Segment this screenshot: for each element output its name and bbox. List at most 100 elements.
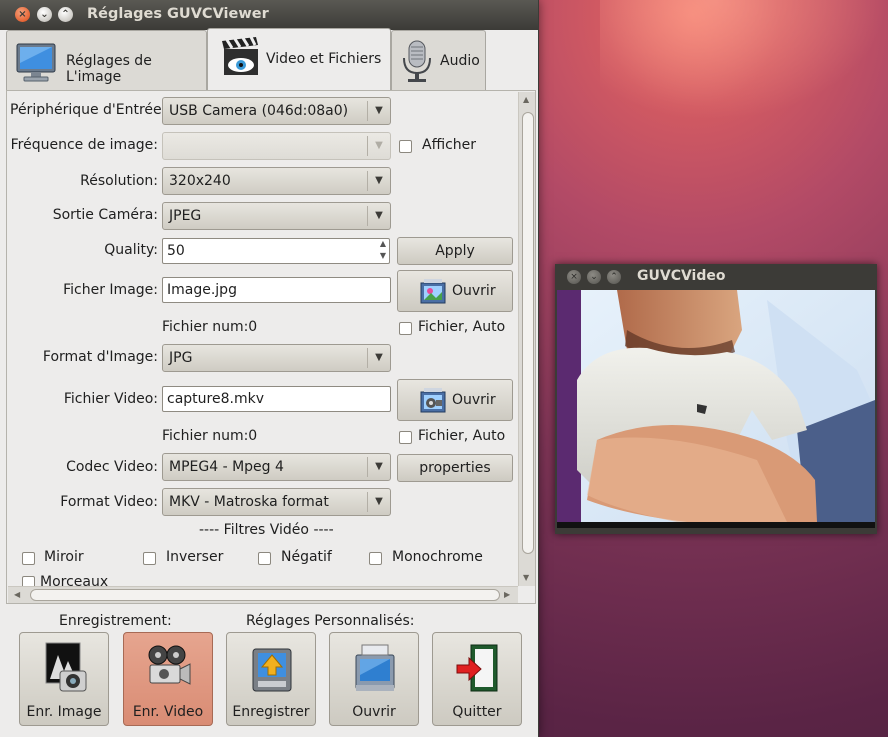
quality-label: Quality:	[104, 242, 158, 258]
vertical-scroll-thumb[interactable]	[522, 112, 534, 554]
monitor-icon	[16, 43, 56, 82]
quit-button[interactable]: Quitter	[432, 632, 522, 726]
tab-label: Audio	[440, 53, 480, 69]
combo-arrow-icon: ▼	[367, 171, 390, 191]
capture-video-label: Enr. Video	[132, 704, 204, 720]
open-image-file-button[interactable]: Ouvrir	[397, 270, 513, 312]
video-codec-value: MPEG4 - Mpeg 4	[169, 459, 284, 475]
combo-arrow-icon: ▼	[367, 101, 390, 121]
open-image-icon	[420, 279, 446, 304]
resolution-combo[interactable]: 320x240 ▼	[162, 167, 391, 195]
filter-monochrome-label: Monochrome	[392, 549, 483, 565]
quality-spin-input[interactable]	[162, 238, 390, 264]
combo-arrow-icon: ▼	[367, 206, 390, 226]
filter-pieces-checkbox[interactable]	[22, 576, 35, 586]
video-file-input[interactable]	[162, 386, 391, 412]
save-settings-button[interactable]: Enregistrer	[226, 632, 316, 726]
image-file-counter: Fichier num:0	[162, 319, 258, 335]
horizontal-scroll-thumb[interactable]	[30, 589, 500, 601]
image-file-label: Ficher Image:	[63, 282, 158, 298]
open-video-icon	[420, 388, 446, 413]
close-window-button[interactable]: ×	[15, 7, 30, 22]
video-file-counter: Fichier num:0	[162, 428, 258, 444]
maximize-window-button[interactable]: ⌃	[607, 270, 621, 284]
video-preview-window: × ⌄ ⌃ GUVCVideo	[555, 264, 877, 534]
settings-window: × ⌄ ⌃ Réglages GUVCViewer Réglages de L'…	[0, 0, 539, 737]
video-window-title: GUVCVideo	[637, 268, 726, 284]
scroll-right-icon[interactable]: ▶	[504, 590, 510, 599]
recording-section-title: Enregistrement:	[59, 613, 172, 629]
open-video-file-button[interactable]: Ouvrir	[397, 379, 513, 421]
title-bar[interactable]: × ⌄ ⌃ Réglages GUVCViewer	[0, 0, 538, 30]
image-auto-checkbox[interactable]	[399, 322, 412, 335]
window-title: Réglages GUVCViewer	[87, 6, 269, 22]
scroll-up-icon[interactable]: ▲	[523, 95, 529, 104]
resolution-value: 320x240	[169, 173, 231, 189]
maximize-window-button[interactable]: ⌃	[58, 7, 73, 22]
tab-label: Video et Fichiers	[266, 51, 382, 67]
load-folder-icon	[355, 644, 395, 691]
save-settings-label: Enregistrer	[232, 704, 310, 720]
filters-clip: Morceaux	[8, 570, 518, 586]
tab-video-files[interactable]: Video et Fichiers	[207, 28, 391, 91]
image-format-combo[interactable]: JPG ▼	[162, 344, 391, 372]
filter-pieces-label: Morceaux	[40, 574, 109, 586]
image-file-input[interactable]	[162, 277, 391, 303]
video-codec-combo[interactable]: MPEG4 - Mpeg 4 ▼	[162, 453, 391, 481]
video-file-label: Fichier Video:	[63, 391, 158, 407]
scroll-left-icon[interactable]: ◀	[14, 590, 20, 599]
tab-audio[interactable]: Audio	[391, 30, 486, 90]
minimize-window-button[interactable]: ⌄	[587, 270, 601, 284]
filter-mirror-checkbox[interactable]	[22, 552, 35, 565]
filter-negative-label: Négatif	[281, 549, 332, 565]
image-format-value: JPG	[169, 350, 193, 366]
device-value: USB Camera (046d:08a0)	[169, 103, 349, 119]
combo-arrow-icon: ▼	[367, 492, 390, 512]
video-format-value: MKV - Matroska format	[169, 494, 329, 510]
combo-arrow-icon: ▼	[367, 348, 390, 368]
video-format-combo[interactable]: MKV - Matroska format ▼	[162, 488, 391, 516]
video-auto-label: Fichier, Auto	[418, 428, 506, 444]
filter-invert-label: Inverser	[166, 549, 224, 565]
video-filters-heading: ---- Filtres Vidéo ----	[199, 522, 334, 538]
save-drive-icon	[252, 648, 292, 692]
capture-video-button[interactable]: Enr. Video	[123, 632, 213, 726]
camera-output-value: JPEG	[169, 208, 202, 224]
open-label: Ouvrir	[452, 283, 496, 299]
load-settings-button[interactable]: Ouvrir	[329, 632, 419, 726]
tab-image-settings[interactable]: Réglages de L'image	[6, 30, 207, 90]
photo-camera-icon	[45, 642, 87, 692]
camera-feed	[557, 290, 875, 528]
scroll-down-icon[interactable]: ▼	[523, 573, 529, 582]
show-fps-checkbox[interactable]	[399, 140, 412, 153]
apply-button[interactable]: Apply	[397, 237, 513, 265]
combo-arrow-icon: ▼	[367, 457, 390, 477]
frame-rate-combo[interactable]: ▼	[162, 132, 391, 160]
desktop-background	[600, 0, 888, 120]
combo-arrow-icon: ▼	[367, 136, 390, 156]
filter-monochrome-checkbox[interactable]	[369, 552, 382, 565]
video-codec-label: Codec Video:	[66, 459, 158, 475]
horizontal-scrollbar[interactable]: ◀ ▶	[8, 586, 518, 603]
codec-properties-button[interactable]: properties	[397, 454, 513, 482]
minimize-window-button[interactable]: ⌄	[37, 7, 52, 22]
quality-spin-buttons[interactable]: ▲ ▼	[376, 238, 390, 264]
vertical-scrollbar[interactable]: ▲ ▼	[518, 92, 535, 586]
video-camera-icon	[148, 645, 191, 685]
device-label: Périphérique d'Entrée:	[10, 102, 167, 118]
tab-label: Réglages de L'image	[66, 53, 152, 85]
resolution-label: Résolution:	[80, 173, 158, 189]
filter-negative-checkbox[interactable]	[258, 552, 271, 565]
filter-invert-checkbox[interactable]	[143, 552, 156, 565]
microphone-icon	[403, 40, 431, 82]
device-combo[interactable]: USB Camera (046d:08a0) ▼	[162, 97, 391, 125]
load-settings-label: Ouvrir	[352, 704, 396, 720]
capture-image-button[interactable]: Enr. Image	[19, 632, 109, 726]
image-format-label: Format d'Image:	[42, 349, 158, 365]
quit-label: Quitter	[452, 704, 502, 720]
camera-frame-image	[557, 290, 875, 528]
video-auto-checkbox[interactable]	[399, 431, 412, 444]
frame-rate-label: Fréquence de image:	[10, 137, 158, 153]
close-window-button[interactable]: ×	[567, 270, 581, 284]
camera-output-combo[interactable]: JPEG ▼	[162, 202, 391, 230]
